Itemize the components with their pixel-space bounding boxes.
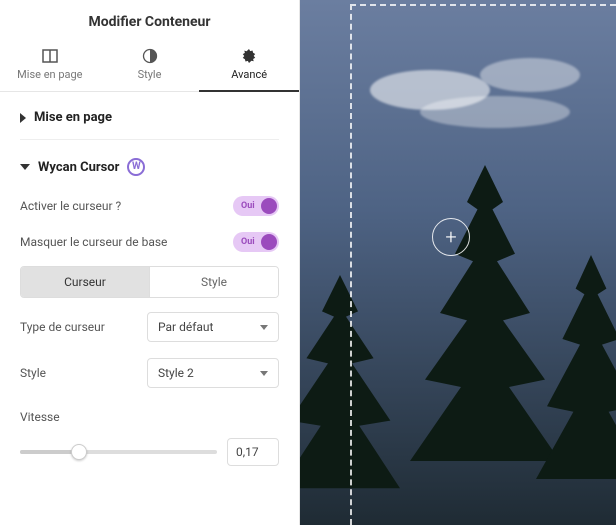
- cursor-type-label: Type de curseur: [20, 320, 147, 334]
- cursor-type-select[interactable]: Par défaut: [147, 312, 279, 342]
- section-layout-header[interactable]: Mise en page: [20, 92, 279, 139]
- container-dashed-outline[interactable]: [350, 4, 616, 525]
- row-hide-base-cursor: Masquer le curseur de base Oui: [20, 224, 279, 260]
- section-wycan: Wycan Cursor W Activer le curseur ? Oui …: [20, 139, 279, 466]
- tab-label: Style: [138, 68, 162, 81]
- row-activate-cursor: Activer le curseur ? Oui: [20, 188, 279, 224]
- toggle-on-text: Oui: [241, 201, 255, 211]
- plus-icon: +: [445, 225, 456, 249]
- layout-icon: [42, 48, 58, 64]
- cursor-type-value: Par défaut: [158, 320, 213, 334]
- tabs: Mise en page Style Avancé: [0, 40, 299, 92]
- tab-label: Avancé: [231, 68, 267, 81]
- speed-label: Vitesse: [20, 410, 279, 424]
- speed-slider-line: 0,17: [20, 438, 279, 466]
- row-speed: Vitesse 0,17: [20, 410, 279, 466]
- hide-base-cursor-toggle[interactable]: Oui: [233, 232, 279, 252]
- hide-base-cursor-label: Masquer le curseur de base: [20, 235, 233, 249]
- row-cursor-type: Type de curseur Par défaut: [20, 304, 279, 350]
- activate-cursor-label: Activer le curseur ?: [20, 199, 233, 213]
- style-select-label: Style: [20, 366, 147, 380]
- activate-cursor-toggle[interactable]: Oui: [233, 196, 279, 216]
- tab-advanced[interactable]: Avancé: [199, 40, 299, 91]
- panel-title: Modifier Conteneur: [0, 0, 299, 40]
- speed-slider[interactable]: [20, 450, 217, 454]
- toggle-thumb-icon: [261, 234, 277, 250]
- tab-style[interactable]: Style: [100, 40, 200, 91]
- tab-layout[interactable]: Mise en page: [0, 40, 100, 91]
- speed-input[interactable]: 0,17: [227, 438, 279, 466]
- toggle-on-text: Oui: [241, 237, 255, 247]
- toggle-thumb-icon: [261, 198, 277, 214]
- chevron-down-icon: [260, 371, 268, 376]
- settings-panel: Modifier Conteneur Mise en page Style Av…: [0, 0, 300, 525]
- contrast-icon: [142, 48, 158, 64]
- sections-container: Mise en page Wycan Cursor W Activer le c…: [0, 92, 299, 486]
- section-wycan-header[interactable]: Wycan Cursor W: [20, 140, 279, 188]
- chevron-down-icon: [260, 325, 268, 330]
- canvas-preview: +: [300, 0, 616, 525]
- segment-curseur[interactable]: Curseur: [21, 267, 149, 297]
- style-select[interactable]: Style 2: [147, 358, 279, 388]
- row-style-select: Style Style 2: [20, 350, 279, 396]
- section-layout-title: Mise en page: [34, 110, 112, 125]
- section-wycan-title: Wycan Cursor: [38, 160, 119, 175]
- section-layout: Mise en page: [20, 92, 279, 139]
- slider-thumb-icon: [71, 444, 87, 460]
- style-select-value: Style 2: [158, 366, 194, 380]
- tab-label: Mise en page: [17, 68, 82, 81]
- caret-right-icon: [20, 113, 26, 123]
- wycan-logo-icon: W: [127, 158, 145, 176]
- segment-style[interactable]: Style: [149, 267, 278, 297]
- cursor-style-segmented: Curseur Style: [20, 266, 279, 298]
- add-widget-button[interactable]: +: [432, 218, 470, 256]
- gear-icon: [241, 48, 257, 64]
- caret-down-icon: [20, 164, 30, 170]
